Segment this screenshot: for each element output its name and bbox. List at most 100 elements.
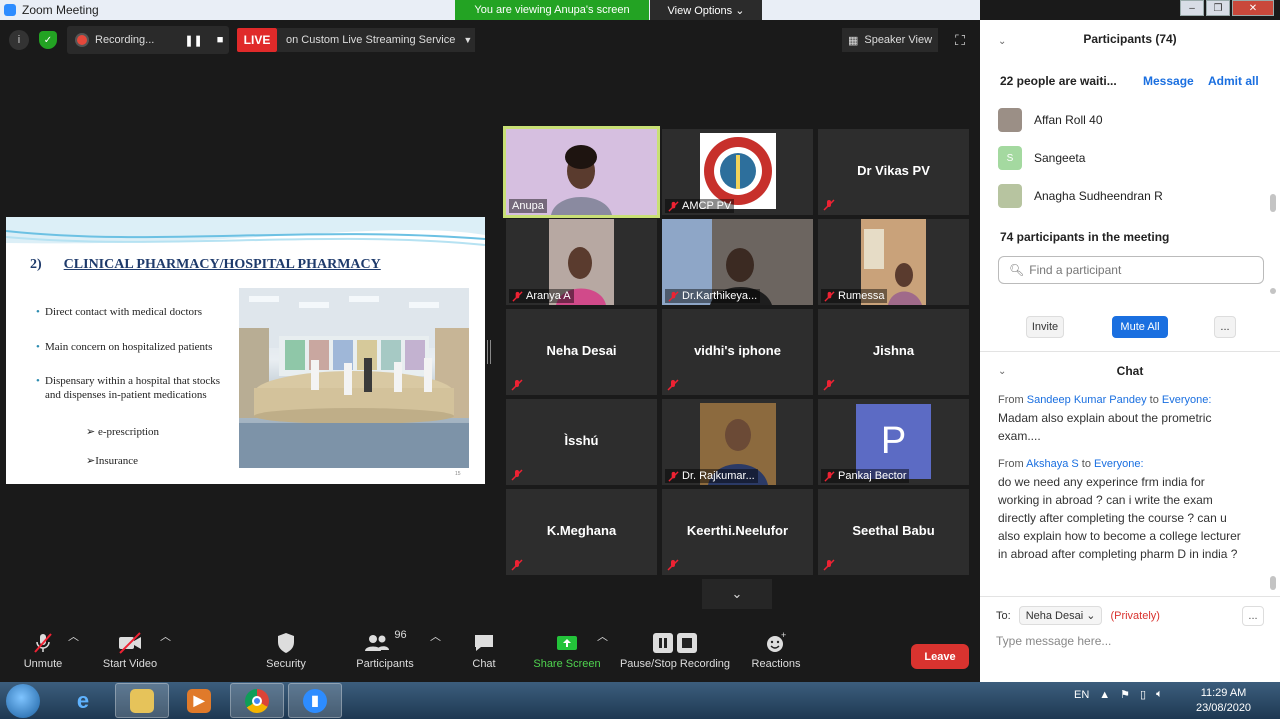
- start-video-button[interactable]: Start Video: [100, 628, 160, 682]
- video-tile-amcp[interactable]: AMCP PV: [662, 129, 813, 215]
- mute-all-button[interactable]: Mute All: [1112, 316, 1168, 338]
- share-screen-icon: [557, 636, 577, 650]
- action-center-icon[interactable]: ⚑: [1120, 688, 1130, 701]
- chat-message-text: Madam also explain about the prometric e…: [998, 411, 1212, 443]
- video-options-caret[interactable]: ︿: [160, 628, 171, 682]
- start-button[interactable]: [6, 684, 40, 718]
- share-screen-label: Share Screen: [533, 658, 601, 670]
- participants-button[interactable]: 96 Participants: [355, 628, 415, 682]
- minimize-icon[interactable]: –: [1180, 0, 1204, 16]
- muted-mic-icon: [823, 559, 835, 571]
- zoom-taskbar-button[interactable]: ▮: [288, 683, 342, 718]
- show-hidden-icons-icon[interactable]: ▲: [1099, 689, 1110, 701]
- video-tile-dr-vikas[interactable]: Dr Vikas PV: [818, 129, 969, 215]
- language-indicator[interactable]: EN: [1074, 689, 1089, 701]
- waiting-participant[interactable]: Anagha Sudheendran R: [998, 184, 1163, 208]
- unmute-button[interactable]: Unmute: [20, 628, 66, 682]
- smiley-icon: +: [767, 630, 786, 652]
- info-icon[interactable]: i: [9, 30, 29, 50]
- video-tile-vidhi[interactable]: vidhi's iphone: [662, 309, 813, 395]
- volume-icon[interactable]: 🔈︎: [1156, 688, 1163, 701]
- share-screen-button[interactable]: Share Screen: [532, 628, 602, 682]
- slide-bullet: Dispensary within a hospital that stocks…: [36, 374, 236, 402]
- participants-options-caret[interactable]: ︿: [430, 628, 441, 682]
- participant-name-label: AMCP PV: [665, 199, 735, 213]
- stop-recording-icon[interactable]: ■: [217, 34, 224, 46]
- video-tile-seethal-babu[interactable]: Seethal Babu: [818, 489, 969, 575]
- waiting-participant[interactable]: Affan Roll 40: [998, 108, 1103, 132]
- message-waiting-button[interactable]: Message: [1143, 74, 1194, 88]
- participant-name: Dr Vikas PV: [857, 163, 930, 178]
- chat-recipient-row: To: Neha Desai ⌄ (Privately): [996, 606, 1160, 625]
- leave-button[interactable]: Leave: [911, 644, 969, 669]
- participant-name-label: Dr. Rajkumar...: [665, 469, 758, 483]
- video-tile-jishna[interactable]: Jishna: [818, 309, 969, 395]
- chrome-taskbar-button[interactable]: [230, 683, 284, 718]
- chat-message-input[interactable]: Type message here...: [996, 634, 1111, 648]
- speaker-view-button[interactable]: ▦ Speaker View: [842, 28, 938, 52]
- media-player-taskbar-button[interactable]: ▶: [172, 683, 226, 718]
- video-off-icon: [119, 632, 141, 654]
- find-participant-input[interactable]: 🔍︎ Find a participant: [998, 256, 1264, 284]
- video-tile-aranya[interactable]: Aranya A: [506, 219, 657, 305]
- chat-label: Chat: [472, 658, 496, 670]
- chat-more-button[interactable]: ...: [1242, 606, 1264, 626]
- audio-options-caret[interactable]: ︿: [68, 628, 79, 682]
- video-tile-k-meghana[interactable]: K.Meghana: [506, 489, 657, 575]
- panel-divider: [980, 596, 1280, 597]
- maximize-icon[interactable]: ❐: [1206, 0, 1230, 16]
- chat-sender[interactable]: Akshaya S: [1026, 458, 1079, 470]
- pause-recording-icon[interactable]: ❚❚: [184, 34, 202, 47]
- live-badge[interactable]: LIVE: [237, 28, 277, 52]
- participants-list-scrollbar[interactable]: [1270, 288, 1276, 294]
- participant-name-label: Dr.Karthikeya...: [665, 289, 761, 303]
- video-tile-rumessa[interactable]: Rumessa: [818, 219, 969, 305]
- grid-next-page-button[interactable]: ⌄: [702, 579, 772, 609]
- recipient-select[interactable]: Neha Desai ⌄: [1018, 606, 1103, 625]
- chat-sender[interactable]: Sandeep Kumar Pandey: [1027, 394, 1147, 406]
- video-tile-keerthi[interactable]: Keerthi.Neelufor: [662, 489, 813, 575]
- search-icon: 🔍︎: [1009, 263, 1025, 277]
- split-handle[interactable]: [487, 340, 491, 364]
- more-options-button[interactable]: ...: [1214, 316, 1236, 338]
- avatar: [998, 108, 1022, 132]
- admit-all-button[interactable]: Admit all: [1208, 74, 1259, 88]
- video-tile-neha-desai[interactable]: Neha Desai: [506, 309, 657, 395]
- slide-bullet: Direct contact with medical doctors: [36, 305, 246, 319]
- participant-name: K.Meghana: [546, 523, 617, 538]
- share-options-caret[interactable]: ︿: [597, 628, 608, 682]
- close-icon[interactable]: ✕: [1232, 0, 1274, 16]
- folder-icon: [130, 688, 154, 713]
- taskbar-clock[interactable]: 11:29 AM 23/08/2020: [1196, 686, 1251, 716]
- video-tile-dr-karthikeya[interactable]: Dr.Karthikeya...: [662, 219, 813, 305]
- streaming-service-dropdown[interactable]: on Custom Live Streaming Service ▼: [277, 28, 475, 52]
- muted-mic-icon: [824, 290, 835, 302]
- chat-button[interactable]: Chat: [466, 628, 502, 682]
- invite-button[interactable]: Invite: [1026, 316, 1064, 338]
- video-tile-pankaj-bector[interactable]: P Pankaj Bector: [818, 399, 969, 485]
- reactions-button[interactable]: + Reactions: [750, 628, 802, 682]
- file-explorer-taskbar-button[interactable]: [115, 683, 169, 718]
- pharmacy-photo: [239, 288, 469, 468]
- video-tile-dr-rajkumar[interactable]: Dr. Rajkumar...: [662, 399, 813, 485]
- chat-scrollbar[interactable]: [1270, 576, 1276, 590]
- internet-explorer-taskbar-button[interactable]: e: [56, 683, 110, 718]
- muted-mic-icon: [824, 470, 835, 482]
- participant-name: Keerthi.Neelufor: [686, 523, 789, 538]
- pause-stop-recording-button[interactable]: Pause/Stop Recording: [618, 628, 732, 682]
- power-icon[interactable]: ▯: [1140, 688, 1146, 701]
- participant-name-label: Aranya A: [509, 289, 574, 303]
- recording-label: Recording...: [95, 34, 155, 46]
- media-player-icon: ▶: [187, 688, 211, 713]
- participants-scrollbar[interactable]: [1270, 194, 1276, 212]
- security-button[interactable]: Security: [262, 628, 310, 682]
- video-tile-isshu[interactable]: Ìsshú: [506, 399, 657, 485]
- slide-page-number: 15: [455, 471, 461, 477]
- chevron-down-icon: ▼: [463, 35, 473, 45]
- fullscreen-icon[interactable]: ⛶: [950, 30, 970, 50]
- waiting-participant[interactable]: S Sangeeta: [998, 146, 1085, 170]
- video-tile-anupa[interactable]: Anupa: [503, 126, 660, 218]
- encryption-shield-icon[interactable]: ✓: [39, 31, 57, 49]
- view-options-button[interactable]: View Options ⌄: [650, 0, 762, 20]
- participant-name-label: Pankaj Bector: [821, 469, 910, 483]
